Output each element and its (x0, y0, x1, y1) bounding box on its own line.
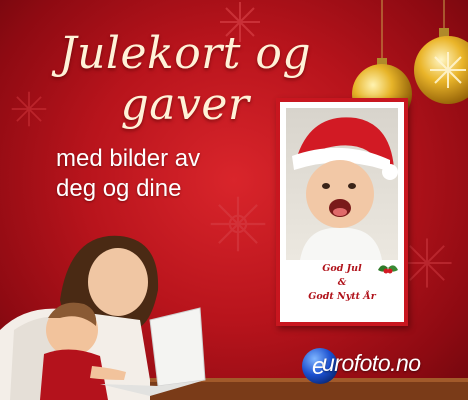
eurofoto-logo[interactable]: e urofoto.no (300, 340, 450, 390)
card-greeting-line-1: God Jul (322, 263, 362, 274)
baby-santa-hat-photo (286, 108, 398, 260)
logo-text: urofoto.no (322, 350, 421, 376)
card-greeting-line-2: & (337, 277, 347, 288)
christmas-ad-banner[interactable]: Julekort og gaver med bilder av deg og d… (0, 0, 468, 400)
card-greeting-line-3: Godt Nytt År (308, 291, 376, 302)
card-greeting: God Jul & Godt Nytt År (280, 262, 404, 304)
christmas-card[interactable]: God Jul & Godt Nytt År (276, 98, 408, 326)
